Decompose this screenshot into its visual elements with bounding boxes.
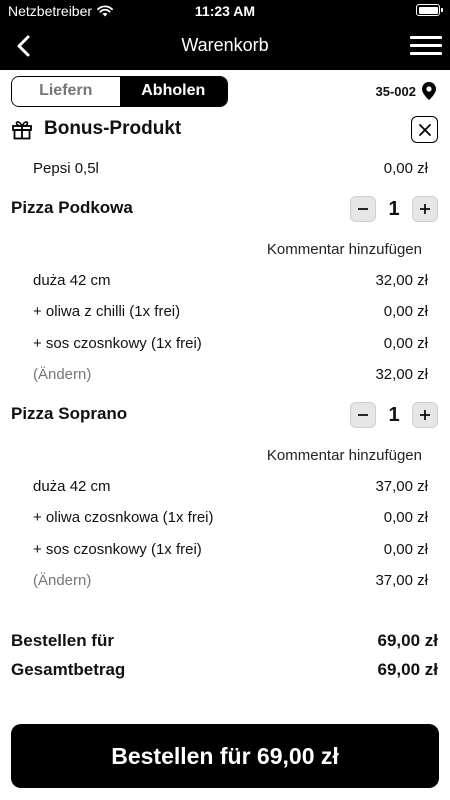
order-for-label: Bestellen für [11, 631, 114, 650]
option-label: + oliwa czosnkowa (1x frei) [33, 509, 214, 526]
quantity-stepper: 1 [350, 402, 438, 428]
delivery-mode-toggle: Liefern Abholen [11, 76, 228, 107]
remove-bonus-button[interactable] [411, 116, 438, 143]
tab-pickup[interactable]: Abholen [119, 77, 227, 106]
option-price: 0,00 zł [383, 509, 428, 526]
add-comment-link[interactable]: Kommentar hinzufügen [267, 241, 422, 258]
option-price: 37,00 zł [375, 478, 428, 495]
tab-deliver[interactable]: Liefern [12, 77, 120, 106]
product-subtotal: 32,00 zł [375, 366, 428, 383]
bonus-product-header: Bonus-Produkt [0, 112, 450, 148]
product-row-pizza-podkowa: Pizza Podkowa 1 [0, 192, 450, 228]
minus-icon [358, 414, 368, 416]
option-label: + sos czosnkowy (1x frei) [33, 541, 202, 558]
gift-icon [12, 121, 32, 140]
quantity-stepper: 1 [350, 196, 438, 222]
increase-quantity-button[interactable] [412, 402, 438, 428]
delivery-mode-row: Liefern Abholen 35-002 [0, 70, 450, 112]
location-selector[interactable]: 35-002 [376, 82, 436, 100]
product-row-pizza-soprano: Pizza Soprano 1 [0, 398, 450, 434]
option-price: 0,00 zł [383, 335, 428, 352]
option-price: 32,00 zł [375, 272, 428, 289]
edit-product-link[interactable]: (Ändern) [33, 366, 91, 383]
page-title: Warenkorb [181, 35, 269, 55]
option-label: + sos czosnkowy (1x frei) [33, 335, 202, 352]
option-line: + sos czosnkowy (1x frei) 0,00 zł [0, 537, 450, 563]
edit-product-row: (Ändern) 37,00 zł [0, 568, 450, 594]
bonus-product-title: Bonus-Produkt [44, 118, 182, 139]
decrease-quantity-button[interactable] [350, 196, 376, 222]
product-subtotal: 37,00 zł [375, 572, 428, 589]
option-label: duża 42 cm [33, 478, 111, 495]
edit-product-row: (Ändern) 32,00 zł [0, 362, 450, 388]
nav-bar: Warenkorb [0, 22, 450, 70]
place-order-button[interactable]: Bestellen für 69,00 zł [11, 724, 439, 788]
option-label: + oliwa z chilli (1x frei) [33, 303, 181, 320]
close-icon [418, 123, 431, 136]
bonus-item-price: 0,00 zł [383, 160, 428, 177]
decrease-quantity-button[interactable] [350, 402, 376, 428]
order-for-value: 69,00 zł [377, 631, 439, 650]
minus-icon [358, 208, 368, 210]
increase-quantity-button[interactable] [412, 196, 438, 222]
plus-icon [420, 410, 430, 420]
hamburger-menu-icon[interactable] [410, 33, 442, 59]
order-for-row: Bestellen für 69,00 zł [0, 628, 450, 656]
product-name: Pizza Soprano [11, 404, 128, 423]
bonus-item-name: Pepsi 0,5l [33, 160, 99, 177]
option-price: 0,00 zł [383, 541, 428, 558]
option-line: duża 42 cm 37,00 zł [0, 474, 450, 500]
edit-product-link[interactable]: (Ändern) [33, 572, 91, 589]
bonus-item-row: Pepsi 0,5l 0,00 zł [0, 156, 450, 182]
option-line: + oliwa z chilli (1x frei) 0,00 zł [0, 299, 450, 325]
postal-code: 35-002 [375, 83, 416, 99]
quantity-value: 1 [388, 404, 400, 426]
plus-icon [420, 204, 430, 214]
status-time: 11:23 AM [194, 3, 256, 19]
option-price: 0,00 zł [383, 303, 428, 320]
product-name: Pizza Podkowa [11, 198, 133, 217]
total-row: Gesamtbetrag 69,00 zł [0, 657, 450, 685]
option-line: + sos czosnkowy (1x frei) 0,00 zł [0, 331, 450, 357]
location-pin-icon [422, 82, 436, 100]
option-line: duża 42 cm 32,00 zł [0, 268, 450, 294]
add-comment-link[interactable]: Kommentar hinzufügen [267, 447, 422, 464]
battery-icon [416, 4, 443, 16]
status-bar: Netzbetreiber 11:23 AM [0, 0, 450, 22]
option-line: + oliwa czosnkowa (1x frei) 0,00 zł [0, 505, 450, 531]
total-value: 69,00 zł [377, 660, 439, 679]
option-label: duża 42 cm [33, 272, 111, 289]
quantity-value: 1 [388, 198, 400, 220]
total-label: Gesamtbetrag [11, 660, 126, 679]
